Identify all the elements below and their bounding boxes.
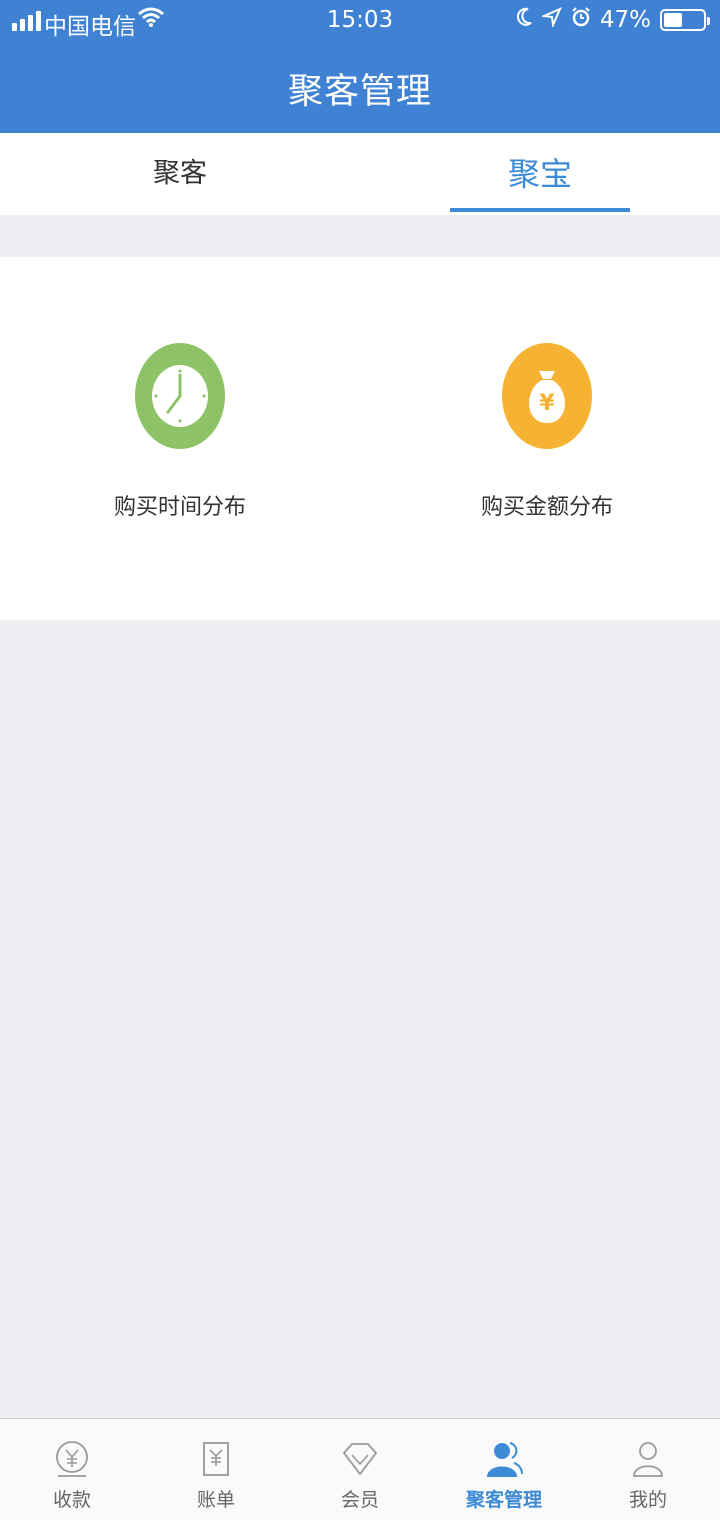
nav-label: 我的 bbox=[628, 1489, 667, 1511]
app-header: 中国电信 15:03 47% 聚客管理 bbox=[0, 0, 720, 133]
location-arrow-icon bbox=[540, 7, 562, 33]
nav-label: 聚客管理 bbox=[465, 1489, 542, 1511]
alarm-icon bbox=[571, 7, 591, 33]
battery-icon bbox=[660, 9, 710, 31]
yen-symbol: ¥ bbox=[539, 391, 555, 416]
clock-icon bbox=[135, 343, 225, 449]
nav-label: 账单 bbox=[196, 1489, 235, 1511]
tab-jüke[interactable]: 聚客 bbox=[0, 133, 360, 215]
battery-percent: 47% bbox=[599, 7, 651, 33]
yen-coin-icon bbox=[52, 1439, 92, 1479]
status-bar: 中国电信 15:03 47% bbox=[0, 0, 720, 44]
nav-item-collect[interactable]: 收款 bbox=[0, 1419, 144, 1520]
tab-active-indicator bbox=[450, 208, 630, 212]
nav-item-profile[interactable]: 我的 bbox=[576, 1419, 720, 1520]
person-icon bbox=[628, 1439, 668, 1479]
diamond-icon bbox=[340, 1439, 380, 1479]
nav-item-customer-management[interactable]: 聚客管理 bbox=[432, 1419, 576, 1520]
money-bag-icon: ¥ bbox=[502, 343, 592, 449]
bill-icon bbox=[196, 1439, 236, 1479]
bottom-navigation: 收款 账单 会员 聚客管理 我的 bbox=[0, 1418, 720, 1520]
page-title: 聚客管理 bbox=[287, 72, 432, 112]
feature-label: 购买金额分布 bbox=[480, 495, 613, 520]
users-icon bbox=[484, 1439, 524, 1479]
nav-item-member[interactable]: 会员 bbox=[288, 1419, 432, 1520]
moon-icon bbox=[516, 7, 533, 33]
purchase-time-distribution[interactable]: 购买时间分布 bbox=[0, 257, 360, 620]
tab-bar: 聚客 聚宝 bbox=[0, 133, 720, 215]
tab-jubao[interactable]: 聚宝 bbox=[360, 133, 720, 215]
purchase-amount-distribution[interactable]: ¥ 购买金额分布 bbox=[367, 257, 720, 620]
feature-label: 购买时间分布 bbox=[113, 495, 246, 520]
nav-item-bill[interactable]: 账单 bbox=[144, 1419, 288, 1520]
nav-label: 收款 bbox=[52, 1489, 91, 1511]
nav-label: 会员 bbox=[340, 1489, 379, 1511]
feature-panel: 购买时间分布 ¥ 购买金额分布 bbox=[0, 257, 720, 620]
